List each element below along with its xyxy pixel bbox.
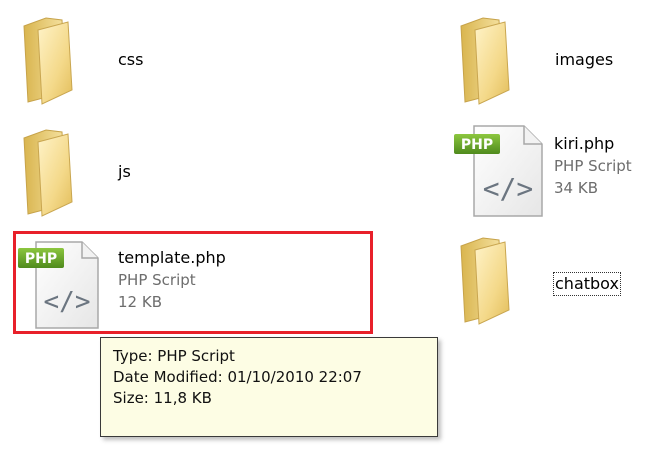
item-name: js: [118, 162, 131, 181]
item-type: PHP Script: [554, 157, 632, 175]
item-name: images: [555, 50, 614, 69]
folder-icon: [460, 237, 510, 325]
tooltip-type: Type: PHP Script: [113, 347, 235, 365]
file-tooltip: Type: PHP Script Date Modified: 01/10/20…: [100, 337, 438, 437]
folder-item-images[interactable]: images: [455, 12, 655, 107]
svg-text:</>: </>: [483, 172, 534, 205]
tooltip-date-modified: Date Modified: 01/10/2010 22:07: [113, 368, 362, 386]
item-size: 34 KB: [554, 179, 598, 197]
folder-item-css[interactable]: css: [18, 12, 318, 107]
item-name: css: [118, 50, 144, 69]
folder-item-js[interactable]: js: [18, 124, 318, 219]
folder-icon: [23, 129, 73, 217]
item-name: kiri.php: [554, 134, 615, 153]
file-item-kiri-php[interactable]: PHP </> kiri.php PHP Script 34 KB: [452, 120, 657, 220]
folder-icon: [23, 17, 73, 105]
tooltip-size: Size: 11,8 KB: [113, 389, 212, 407]
file-list-view: css images js PHP </> kiri.php PHP Scrip…: [0, 0, 657, 472]
folder-item-chatbox[interactable]: chatbox: [455, 232, 655, 327]
folder-icon: [460, 17, 510, 105]
selection-highlight: [13, 231, 373, 334]
php-file-icon: PHP </>: [454, 125, 543, 217]
svg-text:PHP: PHP: [461, 137, 493, 153]
item-name: chatbox: [553, 272, 621, 296]
